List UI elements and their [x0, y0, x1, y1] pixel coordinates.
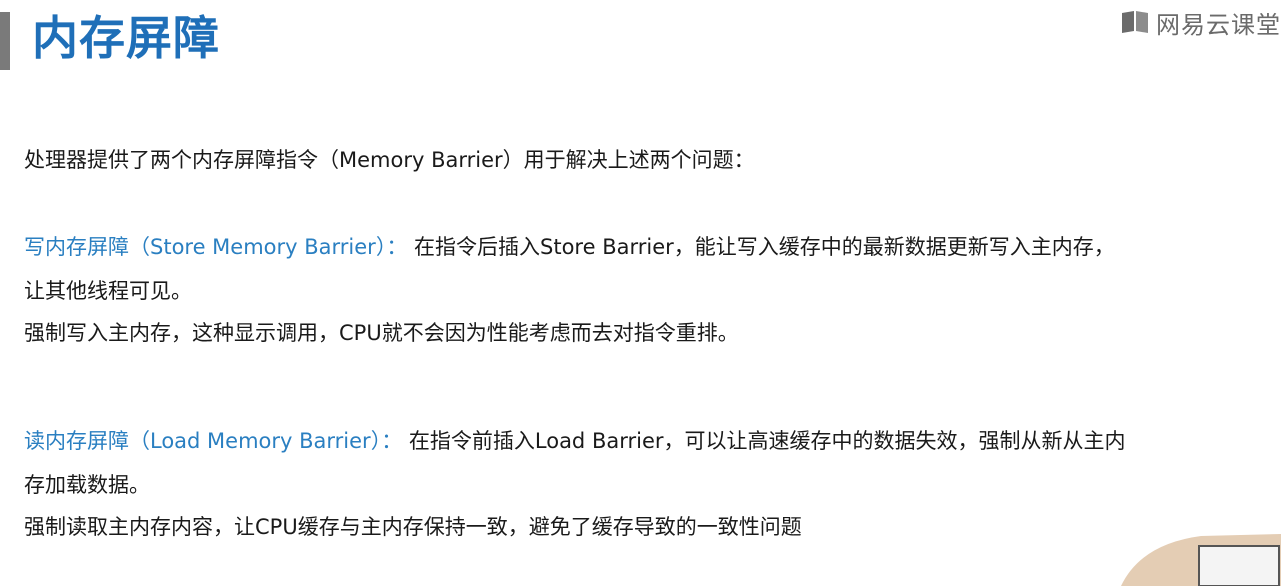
store-barrier-desc: 在指令后插入Store Barrier，能让写入缓存中的最新数据更新写入主内存， — [414, 235, 1115, 259]
load-barrier-term: 读内存屏障（Load Memory Barrier）： — [24, 429, 403, 453]
store-barrier-note: 强制写入主内存，这种显示调用，CPU就不会因为性能考虑而去对指令重排。 — [24, 321, 739, 345]
presenter-video-thumbnail — [1111, 534, 1281, 586]
load-barrier-desc-cont: 存加载数据。 — [24, 473, 150, 497]
load-barrier-note: 强制读取主内存内容，让CPU缓存与主内存保持一致，避免了缓存导致的一致性问题 — [24, 515, 802, 539]
brand-logo: 网易云课堂 — [1120, 6, 1281, 39]
load-barrier-line1: 读内存屏障（Load Memory Barrier）： 在指令前插入Load B… — [24, 427, 1126, 455]
store-barrier-desc-cont: 让其他线程可见。 — [24, 279, 192, 303]
title-accent-bar — [0, 12, 10, 70]
page-title: 内存屏障 — [32, 11, 220, 65]
load-barrier-desc: 在指令前插入Load Barrier，可以让高速缓存中的数据失效，强制从新从主内 — [408, 429, 1126, 453]
brand-name: 网易云课堂 — [1156, 10, 1281, 39]
store-barrier-term: 写内存屏障（Store Memory Barrier）： — [24, 235, 408, 259]
netease-cloud-classroom-logo-icon — [1122, 11, 1148, 33]
intro-text: 处理器提供了两个内存屏障指令（Memory Barrier）用于解决上述两个问题… — [24, 148, 755, 172]
store-barrier-line1: 写内存屏障（Store Memory Barrier）： 在指令后插入Store… — [24, 233, 1115, 261]
